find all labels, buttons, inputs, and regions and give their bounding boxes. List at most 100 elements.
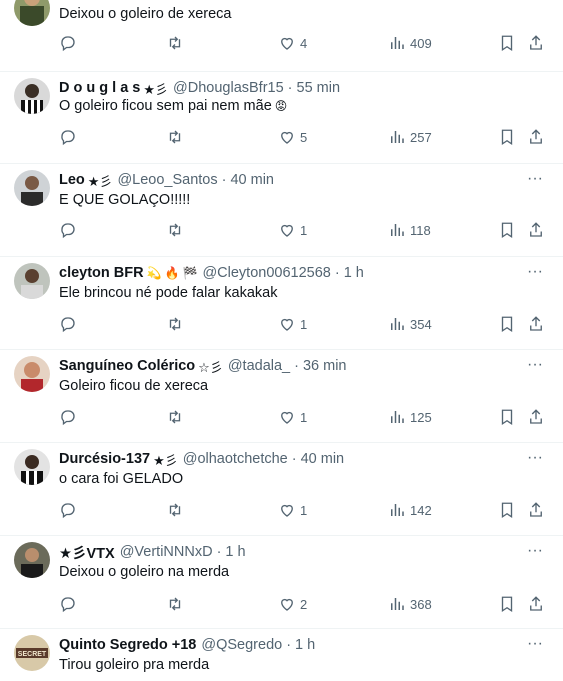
share-button[interactable] — [527, 595, 545, 613]
retweet-icon — [166, 408, 184, 426]
timestamp[interactable]: 1 h — [344, 265, 364, 281]
tweet-1[interactable]: D o u g l a s ★彡 @DhouglasBfr15 · 55 min… — [0, 72, 563, 164]
retweet-button[interactable] — [166, 501, 184, 519]
views-count: 354 — [410, 316, 432, 332]
share-button[interactable] — [527, 221, 545, 239]
views-button[interactable]: 142 — [388, 501, 432, 519]
share-button[interactable] — [527, 128, 545, 146]
timestamp[interactable]: 36 min — [303, 358, 347, 374]
bookmark-button[interactable] — [498, 501, 516, 519]
tweet-2[interactable]: Leo ★彡 @Leoo_Santos · 40 min ··· E QUE G… — [0, 164, 563, 257]
bookmark-icon — [498, 221, 516, 239]
reply-button[interactable] — [59, 315, 77, 333]
views-button[interactable]: 368 — [388, 595, 432, 613]
timestamp[interactable]: 40 min — [230, 172, 274, 188]
retweet-button[interactable] — [166, 128, 184, 146]
views-button[interactable]: 118 — [388, 221, 431, 239]
retweet-icon — [166, 315, 184, 333]
bookmark-button[interactable] — [498, 128, 516, 146]
like-button[interactable]: 2 — [278, 595, 307, 613]
avatar[interactable]: SECRET — [14, 635, 50, 671]
views-icon — [388, 221, 406, 239]
tweet-text-content: O goleiro ficou sem pai nem mãe — [59, 98, 272, 114]
avatar[interactable] — [14, 78, 50, 114]
views-button[interactable]: 409 — [388, 34, 432, 52]
like-button[interactable]: 1 — [278, 221, 307, 239]
tweet-0[interactable]: Deixou o goleiro de xereca 4 409 — [0, 0, 563, 72]
bookmark-button[interactable] — [498, 315, 516, 333]
reply-button[interactable] — [59, 221, 77, 239]
user-handle[interactable]: @olhaotchetche — [183, 451, 288, 467]
like-button[interactable]: 1 — [278, 501, 307, 519]
views-button[interactable]: 125 — [388, 408, 432, 426]
retweet-button[interactable] — [166, 595, 184, 613]
more-options-button[interactable]: ··· — [525, 450, 545, 471]
like-button[interactable]: 1 — [278, 408, 307, 426]
user-handle[interactable]: @Cleyton00612568 — [202, 265, 330, 281]
reply-button[interactable] — [59, 595, 77, 613]
timestamp[interactable]: 1 h — [225, 544, 245, 560]
display-name[interactable]: Sanguíneo Colérico — [59, 358, 195, 374]
like-count: 1 — [300, 502, 308, 518]
views-button[interactable]: 354 — [388, 315, 432, 333]
display-name[interactable]: Leo — [59, 172, 85, 188]
bookmark-button[interactable] — [498, 34, 516, 52]
views-button[interactable]: 257 — [388, 128, 432, 146]
bookmark-button[interactable] — [498, 595, 516, 613]
user-handle[interactable]: @DhouglasBfr15 — [173, 80, 284, 96]
timestamp[interactable]: 55 min — [297, 80, 341, 96]
like-count: 1 — [300, 222, 308, 238]
timestamp[interactable]: 1 h — [295, 637, 315, 653]
bookmark-button[interactable] — [498, 408, 516, 426]
tweet-5[interactable]: Durcésio-137 ★彡 @olhaotchetche · 40 min … — [0, 443, 563, 536]
more-options-button[interactable]: ··· — [525, 171, 545, 192]
views-count: 409 — [410, 35, 432, 51]
user-handle[interactable]: @tadala_ — [228, 358, 290, 374]
share-icon — [527, 221, 545, 239]
more-options-button[interactable]: ··· — [525, 264, 545, 285]
like-button[interactable]: 4 — [278, 34, 307, 52]
display-name[interactable]: D o u g l a s — [59, 80, 140, 96]
tweet-3[interactable]: cleyton BFR 💫 🔥 🏁 @Cleyton00612568 · 1 h… — [0, 257, 563, 350]
reply-button[interactable] — [59, 128, 77, 146]
avatar[interactable] — [14, 263, 50, 299]
share-button[interactable] — [527, 408, 545, 426]
reply-icon — [59, 34, 77, 52]
share-button[interactable] — [527, 34, 545, 52]
avatar[interactable] — [14, 542, 50, 578]
share-button[interactable] — [527, 501, 545, 519]
user-handle[interactable]: @VertiNNNxD — [120, 544, 213, 560]
bookmark-icon — [498, 34, 516, 52]
more-options-button[interactable]: ··· — [525, 543, 545, 564]
more-options-button[interactable]: ··· — [525, 636, 545, 657]
retweet-button[interactable] — [166, 408, 184, 426]
avatar[interactable] — [14, 449, 50, 485]
avatar[interactable] — [14, 170, 50, 206]
tweet-4[interactable]: Sanguíneo Colérico ☆彡 @tadala_ · 36 min … — [0, 350, 563, 443]
name-badge: ★彡 — [87, 173, 113, 189]
tweet-6[interactable]: ★彡VTX @VertiNNNxD · 1 h ··· Deixou o gol… — [0, 536, 563, 629]
more-options-button[interactable]: ··· — [525, 357, 545, 378]
bookmark-button[interactable] — [498, 221, 516, 239]
retweet-button[interactable] — [166, 221, 184, 239]
retweet-button[interactable] — [166, 315, 184, 333]
like-button[interactable]: 1 — [278, 315, 307, 333]
reply-button[interactable] — [59, 501, 77, 519]
like-button[interactable]: 5 — [278, 128, 307, 146]
tweet-7[interactable]: SECRET Quinto Segredo +18 @QSegredo · 1 … — [0, 629, 563, 681]
tweet-text: Tirou goleiro pra merda — [59, 657, 210, 673]
display-name[interactable]: ★彡VTX — [59, 542, 115, 563]
avatar[interactable] — [14, 356, 50, 392]
display-name[interactable]: Durcésio-137 — [59, 451, 150, 467]
display-name[interactable]: cleyton BFR — [59, 265, 144, 281]
retweet-button[interactable] — [166, 34, 184, 52]
display-name[interactable]: Quinto Segredo +18 — [59, 637, 196, 653]
reply-button[interactable] — [59, 34, 77, 52]
user-handle[interactable]: @Leoo_Santos — [117, 172, 217, 188]
share-button[interactable] — [527, 315, 545, 333]
user-handle[interactable]: @QSegredo — [201, 637, 282, 653]
reply-button[interactable] — [59, 408, 77, 426]
avatar[interactable] — [14, 0, 50, 26]
tweet-actions: 2 368 — [0, 595, 563, 615]
timestamp[interactable]: 40 min — [301, 451, 345, 467]
